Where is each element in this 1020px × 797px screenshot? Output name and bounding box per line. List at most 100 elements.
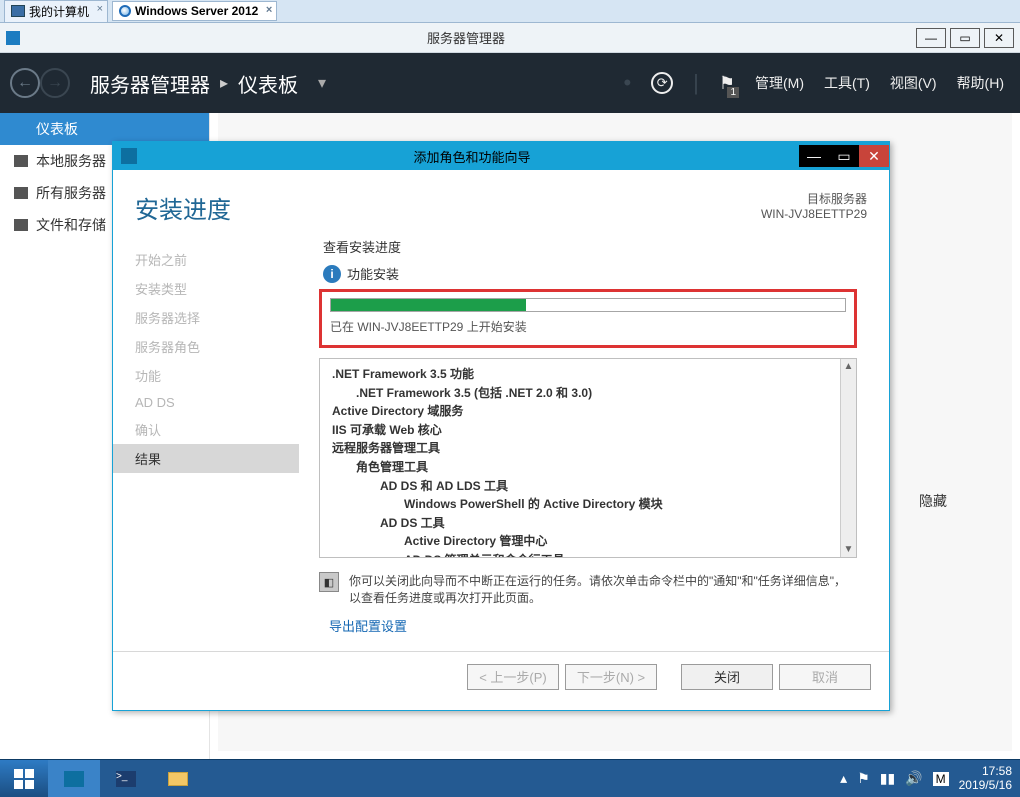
progress-text: 已在 WIN-JVJ8EETTP29 上开始安装 <box>330 318 846 335</box>
server-manager-header: ← → 服务器管理器 ▸ 仪表板 ▾ • ⟳ | ⚑1 管理(M) 工具(T) … <box>0 53 1020 113</box>
wizard-close-button[interactable]: ✕ <box>859 145 889 167</box>
feat-netfx35-sub: .NET Framework 3.5 (包括 .NET 2.0 和 3.0) <box>356 386 592 400</box>
tab-label: Windows Server 2012 <box>135 4 258 18</box>
feat-snapins: AD DS 管理单元和命令行工具 <box>404 553 565 558</box>
server-icon <box>14 155 28 167</box>
dashboard-icon <box>14 123 28 135</box>
tray-volume-icon[interactable]: 🔊 <box>905 770 922 787</box>
close-button[interactable]: ✕ <box>984 28 1014 48</box>
step-features: 功能 <box>135 361 299 390</box>
close-icon[interactable]: × <box>97 3 103 15</box>
wizard-titlebar: 添加角色和功能向导 — ▭ ✕ <box>113 142 889 170</box>
feat-adds-adlds: AD DS 和 AD LDS 工具 <box>380 479 508 493</box>
tray-flag-icon[interactable]: ⚑ <box>857 770 870 787</box>
nav-label: 本地服务器 <box>36 151 106 171</box>
step-adds: AD DS <box>135 390 299 415</box>
next-button: 下一步(N) > <box>565 664 657 690</box>
nav-forward-button[interactable]: → <box>40 68 70 98</box>
note-text: 你可以关闭此向导而不中断正在运行的任务。请依次单击命令栏中的"通知"和"任务详细… <box>349 572 853 606</box>
breadcrumb: 服务器管理器 ▸ 仪表板 <box>90 69 298 98</box>
prev-button: < 上一步(P) <box>467 664 559 690</box>
step-install-type: 安装类型 <box>135 274 299 303</box>
wizard-icon <box>121 148 137 164</box>
maximize-button[interactable]: ▭ <box>950 28 980 48</box>
wizard-main: 查看安装进度 i 功能安装 已在 WIN-JVJ8EETTP29 上开始安装 .… <box>299 237 889 651</box>
window-title: 服务器管理器 <box>20 28 912 47</box>
export-config-link[interactable]: 导出配置设置 <box>329 616 407 635</box>
clock-time: 17:58 <box>959 765 1012 779</box>
nav-label: 所有服务器 <box>36 183 106 203</box>
minimize-button[interactable]: — <box>916 28 946 48</box>
add-roles-wizard: 添加角色和功能向导 — ▭ ✕ 安装进度 目标服务器 WIN-JVJ8EETTP… <box>112 141 890 711</box>
info-icon: i <box>323 265 341 283</box>
tab-windows-server-2012[interactable]: Windows Server 2012 × <box>112 1 277 21</box>
servers-icon <box>14 187 28 199</box>
feature-list-panel: .NET Framework 3.5 功能 .NET Framework 3.5… <box>319 358 857 558</box>
step-results[interactable]: 结果 <box>113 444 299 473</box>
step-server-roles: 服务器角色 <box>135 332 299 361</box>
feature-install-label: 功能安装 <box>347 264 399 283</box>
breadcrumb-page: 仪表板 <box>238 69 298 98</box>
wizard-minimize-button[interactable]: — <box>799 145 829 167</box>
step-server-selection: 服务器选择 <box>135 303 299 332</box>
tray-clock[interactable]: 17:58 2019/5/16 <box>959 765 1012 793</box>
monitor-icon <box>11 5 25 17</box>
menu-view[interactable]: 视图(V) <box>890 73 937 93</box>
nav-label: 仪表板 <box>36 119 78 139</box>
feat-adac: Active Directory 管理中心 <box>404 534 547 548</box>
nav-label: 文件和存储 <box>36 215 106 235</box>
feat-adds-tools: AD DS 工具 <box>380 516 445 530</box>
server-manager-icon <box>6 31 20 45</box>
progress-fill <box>331 299 526 311</box>
task-icon: ◧ <box>319 572 339 592</box>
breadcrumb-app: 服务器管理器 <box>90 69 210 98</box>
windows-logo-icon <box>14 769 34 789</box>
wizard-title: 添加角色和功能向导 <box>145 147 799 166</box>
close-wizard-button[interactable]: 关闭 <box>681 664 773 690</box>
task-powershell[interactable]: >_ <box>100 760 152 797</box>
chevron-right-icon: ▸ <box>220 73 228 93</box>
start-button[interactable] <box>0 760 48 797</box>
step-confirm: 确认 <box>135 415 299 444</box>
feat-rsat: 远程服务器管理工具 <box>332 441 440 455</box>
target-server-name: WIN-JVJ8EETTP29 <box>761 207 867 221</box>
step-before: 开始之前 <box>135 245 299 274</box>
progress-highlight-box: 已在 WIN-JVJ8EETTP29 上开始安装 <box>319 289 857 348</box>
feat-adds: Active Directory 域服务 <box>332 404 463 418</box>
wizard-maximize-button[interactable]: ▭ <box>829 145 859 167</box>
task-server-manager[interactable] <box>48 760 100 797</box>
tab-label: 我的计算机 <box>29 3 89 20</box>
cancel-button: 取消 <box>779 664 871 690</box>
taskbar: >_ ▴ ⚑ ▮▮ 🔊 M 17:58 2019/5/16 <box>0 759 1020 797</box>
notifications-flag-icon[interactable]: ⚑1 <box>719 73 735 94</box>
host-tab-strip: 我的计算机 × Windows Server 2012 × <box>0 0 1020 23</box>
menu-manage[interactable]: 管理(M) <box>755 73 804 93</box>
progress-bar <box>330 298 846 312</box>
ie-icon <box>119 5 131 17</box>
tray-ime-indicator[interactable]: M <box>933 772 949 786</box>
hide-link[interactable]: 隐藏 <box>919 491 947 511</box>
task-explorer[interactable] <box>152 760 204 797</box>
feat-netfx35: .NET Framework 3.5 功能 <box>332 367 474 381</box>
tab-my-computer[interactable]: 我的计算机 × <box>4 0 108 23</box>
menu-help[interactable]: 帮助(H) <box>957 73 1004 93</box>
tray-network-icon[interactable]: ▮▮ <box>880 770 895 787</box>
view-progress-label: 查看安装进度 <box>323 237 873 256</box>
notification-count: 1 <box>727 87 739 98</box>
storage-icon <box>14 219 28 231</box>
scrollbar[interactable]: ▲▼ <box>840 359 856 557</box>
refresh-icon[interactable]: ⟳ <box>651 72 673 94</box>
menu-tools[interactable]: 工具(T) <box>824 73 870 93</box>
nav-back-button[interactable]: ← <box>10 68 40 98</box>
wizard-steps: 开始之前 安装类型 服务器选择 服务器角色 功能 AD DS 确认 结果 <box>113 237 299 651</box>
tray-chevron-up-icon[interactable]: ▴ <box>840 770 847 787</box>
server-manager-titlebar: 服务器管理器 — ▭ ✕ <box>0 23 1020 53</box>
feat-ps-ad: Windows PowerShell 的 Active Directory 模块 <box>404 497 663 511</box>
wizard-footer: < 上一步(P) 下一步(N) > 关闭 取消 <box>113 651 889 701</box>
feat-iis: IIS 可承载 Web 核心 <box>332 423 442 437</box>
wizard-heading: 安装进度 <box>135 190 231 225</box>
feat-role-admin: 角色管理工具 <box>356 460 428 474</box>
target-server-label: 目标服务器 <box>761 190 867 207</box>
clock-date: 2019/5/16 <box>959 779 1012 793</box>
close-icon[interactable]: × <box>266 4 272 16</box>
